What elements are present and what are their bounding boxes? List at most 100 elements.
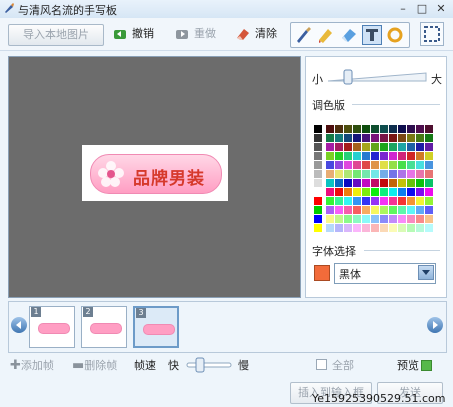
undo-button[interactable]: 撤销 (112, 24, 162, 44)
palette-swatch[interactable] (362, 179, 370, 187)
palette-swatch[interactable] (326, 143, 334, 151)
palette-swatch[interactable] (380, 206, 388, 214)
palette-swatch[interactable] (326, 224, 334, 232)
palette-swatch[interactable] (425, 161, 433, 169)
palette-swatch[interactable] (344, 143, 352, 151)
palette-swatch[interactable] (371, 224, 379, 232)
palette-swatch[interactable] (380, 170, 388, 178)
brush-icon[interactable] (293, 25, 313, 45)
palette-swatch[interactable] (314, 188, 322, 196)
maximize-button[interactable]: □ (414, 1, 430, 16)
palette-swatch[interactable] (314, 179, 322, 187)
palette-swatch[interactable] (326, 197, 334, 205)
palette-swatch[interactable] (389, 134, 397, 142)
next-frames-button[interactable] (427, 317, 443, 333)
palette-swatch[interactable] (416, 215, 424, 223)
frame-thumbnail[interactable]: 1 (29, 306, 75, 348)
palette-swatch[interactable] (335, 134, 343, 142)
palette-swatch[interactable] (362, 224, 370, 232)
palette-swatch[interactable] (425, 125, 433, 133)
palette-swatch[interactable] (398, 188, 406, 196)
palette-swatch[interactable] (353, 170, 361, 178)
clear-button[interactable]: 清除 (235, 24, 285, 44)
palette-swatch[interactable] (416, 134, 424, 142)
palette-swatch[interactable] (326, 134, 334, 142)
palette-swatch[interactable] (380, 143, 388, 151)
palette-swatch[interactable] (353, 224, 361, 232)
palette-swatch[interactable] (344, 224, 352, 232)
preview-indicator[interactable] (421, 360, 432, 371)
palette-swatch[interactable] (389, 170, 397, 178)
delete-frame-button[interactable]: ▬删除帧 (72, 357, 117, 373)
palette-swatch[interactable] (407, 188, 415, 196)
palette-swatch[interactable] (407, 134, 415, 142)
palette-swatch[interactable] (380, 134, 388, 142)
palette-swatch[interactable] (407, 170, 415, 178)
add-frame-button[interactable]: ✚添加帧 (10, 357, 54, 373)
palette-swatch[interactable] (353, 152, 361, 160)
palette-swatch[interactable] (344, 152, 352, 160)
palette-swatch[interactable] (398, 152, 406, 160)
palette-swatch[interactable] (389, 224, 397, 232)
palette-swatch[interactable] (389, 161, 397, 169)
palette-swatch[interactable] (344, 161, 352, 169)
palette-swatch[interactable] (326, 170, 334, 178)
redo-button[interactable]: 重做 (174, 24, 224, 44)
all-frames-checkbox[interactable] (316, 359, 327, 370)
palette-swatch[interactable] (380, 152, 388, 160)
palette-swatch[interactable] (344, 179, 352, 187)
palette-swatch[interactable] (398, 161, 406, 169)
palette-swatch[interactable] (416, 188, 424, 196)
palette-swatch[interactable] (314, 197, 322, 205)
palette-swatch[interactable] (407, 179, 415, 187)
palette-swatch[interactable] (353, 197, 361, 205)
palette-swatch[interactable] (425, 206, 433, 214)
palette-swatch[interactable] (389, 143, 397, 151)
palette-swatch[interactable] (362, 143, 370, 151)
palette-swatch[interactable] (344, 206, 352, 214)
palette-swatch[interactable] (314, 215, 322, 223)
speed-slider[interactable] (186, 357, 232, 373)
palette-swatch[interactable] (335, 152, 343, 160)
palette-swatch[interactable] (416, 224, 424, 232)
palette-swatch[interactable] (362, 188, 370, 196)
palette-swatch[interactable] (371, 152, 379, 160)
palette-swatch[interactable] (389, 152, 397, 160)
palette-swatch[interactable] (362, 215, 370, 223)
palette-swatch[interactable] (362, 134, 370, 142)
size-slider[interactable] (326, 67, 430, 87)
palette-swatch[interactable] (353, 161, 361, 169)
palette-swatch[interactable] (425, 188, 433, 196)
palette-swatch[interactable] (407, 152, 415, 160)
palette-swatch[interactable] (326, 125, 334, 133)
frame-thumbnail[interactable]: 2 (81, 306, 127, 348)
palette-swatch[interactable] (344, 215, 352, 223)
palette-swatch[interactable] (335, 215, 343, 223)
palette-swatch[interactable] (416, 206, 424, 214)
palette-swatch[interactable] (344, 197, 352, 205)
palette-swatch[interactable] (344, 170, 352, 178)
palette-swatch[interactable] (326, 215, 334, 223)
palette-swatch[interactable] (416, 161, 424, 169)
palette-swatch[interactable] (314, 224, 322, 232)
palette-swatch[interactable] (344, 134, 352, 142)
palette-swatch[interactable] (425, 224, 433, 232)
palette-swatch[interactable] (371, 125, 379, 133)
palette-swatch[interactable] (398, 179, 406, 187)
palette-swatch[interactable] (398, 206, 406, 214)
palette-swatch[interactable] (416, 152, 424, 160)
palette-swatch[interactable] (425, 152, 433, 160)
palette-swatch[interactable] (398, 197, 406, 205)
inserted-image[interactable]: 品牌男装 (82, 145, 228, 201)
palette-swatch[interactable] (314, 161, 322, 169)
palette-swatch[interactable] (380, 224, 388, 232)
drawing-canvas[interactable]: 品牌男装 (8, 56, 301, 298)
palette-swatch[interactable] (398, 134, 406, 142)
palette-swatch[interactable] (314, 143, 322, 151)
marker-icon[interactable] (316, 25, 336, 45)
palette-swatch[interactable] (362, 206, 370, 214)
palette-swatch[interactable] (389, 188, 397, 196)
palette-swatch[interactable] (389, 206, 397, 214)
palette-swatch[interactable] (326, 206, 334, 214)
minimize-button[interactable]: – (395, 1, 411, 16)
